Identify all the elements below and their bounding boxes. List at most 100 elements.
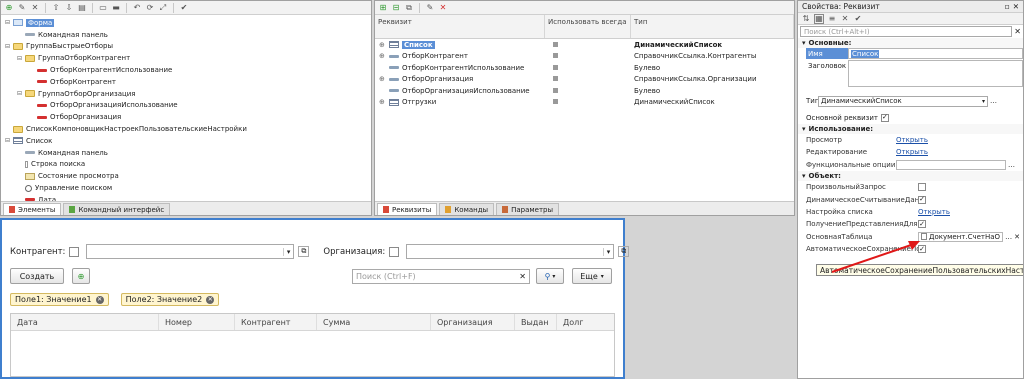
main-attribute-checkbox[interactable]: ✓ [880, 113, 889, 122]
tree-item[interactable]: Командная панель [1, 29, 371, 41]
pin-icon[interactable]: ▫ [1005, 2, 1010, 11]
attribute-row[interactable]: ⊕ ОтборОрганизация СправочникСсылка.Органи… [375, 74, 794, 86]
attribute-row[interactable]: ⊕ Отгрузки ДинамическийСписок [375, 97, 794, 109]
window-icon[interactable]: ▭ [98, 3, 108, 13]
main-table-field[interactable]: Документ.СчетНаО [918, 231, 1004, 242]
tree-item[interactable]: ⊟ ГруппаБыстрыеОтборы [1, 41, 371, 53]
apply-icon[interactable]: ✔ [853, 14, 863, 24]
object-link[interactable]: Открыть [918, 208, 950, 216]
tree-item[interactable]: ⊟ ГруппаОтборОрганизация [1, 88, 371, 100]
delete-icon[interactable]: ✕ [438, 3, 448, 13]
tree-item[interactable]: СписокКомпоновщикНастроекПользовательски… [1, 123, 371, 135]
edit-icon[interactable]: ✎ [17, 3, 27, 13]
use-always-checkbox[interactable] [553, 76, 558, 82]
attribute-row[interactable]: ⊕ Список ДинамическийСписок [375, 39, 794, 51]
contractor-field[interactable]: ▾ [86, 244, 295, 259]
add-column-icon[interactable]: ⊟ [391, 3, 401, 13]
tab-attributes[interactable]: Реквизиты [377, 203, 438, 215]
col-issued[interactable]: Выдан [515, 314, 557, 330]
expand-icon[interactable]: ⊕ [379, 98, 389, 106]
organization-open-icon[interactable]: ⧉ [618, 246, 630, 257]
header-textarea[interactable] [848, 60, 1023, 87]
properties-search-input[interactable]: Поиск (Ctrl+Alt+I) [800, 26, 1013, 37]
group-usage[interactable]: ▾ Использование: [798, 123, 1023, 134]
object-checkbox[interactable] [918, 183, 926, 192]
check-icon[interactable]: ✔ [179, 3, 189, 13]
expand-icon[interactable]: ⊕ [379, 75, 389, 83]
chip-close-icon[interactable]: ✕ [95, 295, 104, 304]
attribute-row[interactable]: ⊕ ОтборКонтрагент СправочникСсылка.Контраг… [375, 51, 794, 63]
clear-search-icon[interactable]: ✕ [1014, 27, 1021, 36]
tree-item[interactable]: ⊟ Список [1, 135, 371, 147]
col-number[interactable]: Номер [159, 314, 235, 330]
attribute-row[interactable]: ОтборКонтрагентИспользование Булево [375, 62, 794, 74]
type-ellipsis-button[interactable]: … [990, 97, 997, 105]
use-always-checkbox[interactable] [553, 87, 558, 93]
col-sum[interactable]: Сумма [317, 314, 431, 330]
col-debt[interactable]: Долг [557, 314, 614, 330]
clear-icon[interactable]: ✕ [1014, 233, 1020, 241]
use-always-checkbox[interactable] [553, 41, 558, 47]
resize-icon[interactable]: ⤢ [158, 3, 168, 13]
tab-elements[interactable]: Элементы [3, 203, 62, 215]
edit-icon[interactable]: ✎ [425, 3, 435, 13]
type-field[interactable]: ДинамическийСписок ▾ [818, 95, 988, 107]
contractor-checkbox[interactable] [69, 246, 80, 257]
object-checkbox[interactable]: ✓ [918, 220, 926, 229]
move-up-icon[interactable]: ⇧ [51, 3, 61, 13]
sort-icon[interactable]: ⇅ [801, 14, 811, 24]
delete-icon[interactable]: ✕ [30, 3, 40, 13]
undo-icon[interactable]: ↶ [132, 3, 142, 13]
contractor-dropdown-icon[interactable]: ▾ [282, 247, 294, 256]
create-button[interactable]: Создать [10, 268, 64, 284]
use-always-checkbox[interactable] [553, 99, 558, 105]
use-always-checkbox[interactable] [553, 64, 558, 70]
tree-item[interactable]: ⊟ Форма [1, 17, 371, 29]
col-type[interactable]: Тип [631, 15, 794, 38]
ellipsis-button[interactable]: … [1008, 161, 1015, 169]
tree-item[interactable]: ⊟ ГруппаОтборКонтрагент [1, 52, 371, 64]
alpha-icon[interactable]: ≡ [827, 14, 837, 24]
group-basic[interactable]: ▾ Основные: [798, 38, 1023, 48]
object-checkbox[interactable]: ✓ [918, 245, 926, 254]
tree-item[interactable]: Строка поиска [1, 159, 371, 171]
group-object[interactable]: ▾ Объект: [798, 170, 1023, 181]
usage-link[interactable]: Открыть [896, 136, 928, 144]
copy-button[interactable]: ⊕ [72, 268, 90, 284]
tree-item[interactable]: Состояние просмотра [1, 170, 371, 182]
search-button[interactable]: ⚲ ▾ [536, 268, 564, 284]
type-dropdown-icon[interactable]: ▾ [982, 98, 987, 105]
usage-link[interactable]: Открыть [896, 148, 928, 156]
tree-item[interactable]: Управление поиском [1, 182, 371, 194]
cancel-icon[interactable]: ✕ [840, 14, 850, 24]
list-search-input[interactable]: Поиск (Ctrl+F) ✕ [352, 268, 530, 284]
attribute-row[interactable]: ОтборОрганизацияИспользование Булево [375, 85, 794, 97]
expand-icon[interactable]: ⊟ [5, 19, 13, 26]
expand-icon[interactable]: ⊟ [17, 90, 25, 97]
add-icon[interactable]: ⊕ [4, 3, 14, 13]
refresh-icon[interactable]: ⟳ [145, 3, 155, 13]
name-value[interactable]: Список [848, 48, 1023, 59]
expand-icon[interactable]: ⊕ [379, 52, 389, 60]
close-icon[interactable]: ✕ [1013, 2, 1019, 11]
expand-icon[interactable]: ⊟ [5, 43, 13, 50]
col-contractor[interactable]: Контрагент [235, 314, 317, 330]
tree-item[interactable]: ОтборОрганизация [1, 111, 371, 123]
tree-item[interactable]: ОтборОрганизацияИспользование [1, 100, 371, 112]
organization-field[interactable]: ▾ [406, 244, 615, 259]
tab-commands[interactable]: Команды [439, 203, 495, 215]
add-attribute-icon[interactable]: ⊞ [378, 3, 388, 13]
tree-item[interactable]: Командная панель [1, 147, 371, 159]
expand-icon[interactable]: ⊟ [5, 137, 13, 144]
ellipsis-button[interactable]: … [1005, 233, 1012, 241]
chip-close-icon[interactable]: ✕ [206, 295, 215, 304]
col-organization[interactable]: Организация [431, 314, 515, 330]
filter-chip-field2[interactable]: Поле2: Значение2 ✕ [120, 293, 220, 306]
tree-item[interactable]: ОтборКонтрагент [1, 76, 371, 88]
col-use-always[interactable]: Использовать всегда [545, 15, 631, 38]
functional-options-field[interactable] [896, 159, 1006, 170]
expand-icon[interactable]: ⊟ [17, 55, 25, 62]
object-checkbox[interactable]: ✓ [918, 195, 926, 204]
expand-icon[interactable]: ⊕ [379, 41, 389, 49]
more-button[interactable]: Еще ▾ [572, 268, 612, 284]
